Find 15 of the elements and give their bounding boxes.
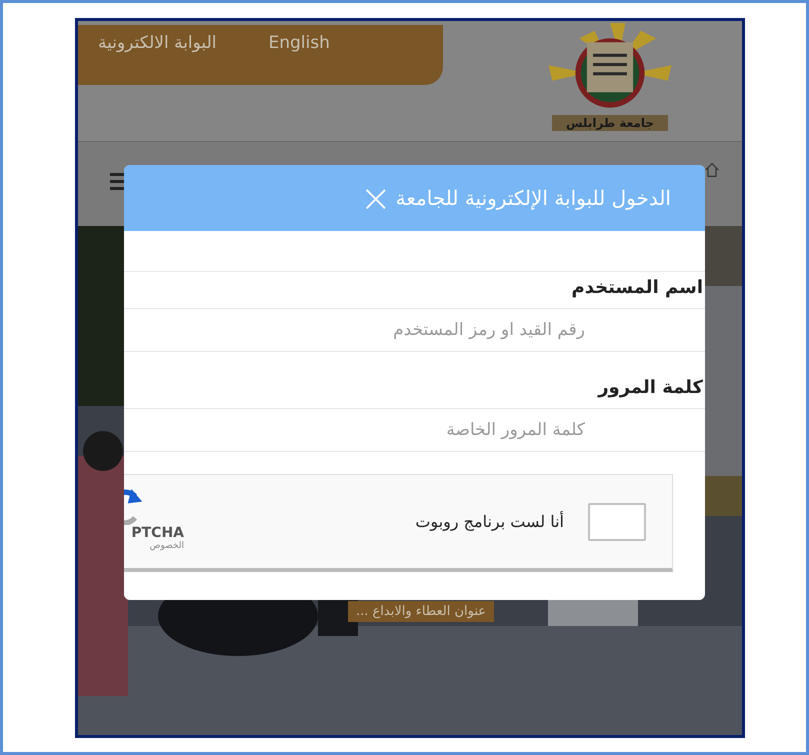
captcha-label: أنا لست برنامج روبوت bbox=[415, 512, 564, 531]
slide-caption: ... عنوان العطاء والابداع bbox=[348, 601, 494, 622]
home-icon[interactable] bbox=[704, 162, 720, 178]
logo-banner: جامعة طرابلس bbox=[552, 115, 668, 131]
field-label: كلمة المرور bbox=[596, 376, 704, 400]
field-label: اسم المستخدم bbox=[570, 276, 704, 300]
input-field[interactable]: كلمة المرور الخاصة bbox=[124, 408, 705, 452]
close-button[interactable]: × bbox=[360, 179, 392, 217]
captcha-brand: PTCHA bbox=[131, 525, 184, 541]
header-link[interactable]: البوابة الالكترونية bbox=[98, 33, 216, 57]
privacy-link[interactable]: الخصوص bbox=[150, 541, 184, 551]
checkbox[interactable] bbox=[588, 502, 646, 540]
header-link[interactable]: English bbox=[268, 33, 330, 57]
input-field[interactable]: رقم القيد او رمز المستخدم bbox=[124, 308, 705, 352]
dialog-title: الدخول للبوابة الإلكترونية للجامعة bbox=[396, 186, 671, 210]
